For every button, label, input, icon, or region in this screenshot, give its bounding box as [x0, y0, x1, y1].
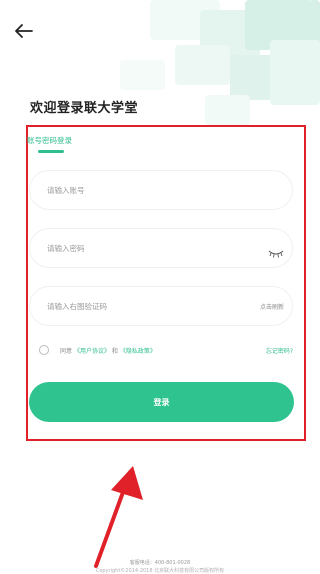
arrow-left-icon [15, 24, 33, 38]
status-bar-right: 2 [308, 0, 314, 5]
agreement-text: 同意 《用户协议》 和 《隐私政策》 [60, 346, 156, 355]
footer-hotline: 客服电话：400-801-0028 [129, 560, 191, 566]
privacy-policy-link[interactable]: 《隐私政策》 [120, 348, 156, 355]
tab-account-password-login[interactable]: 账号密码登录 [27, 135, 72, 146]
agreement-prefix: 同意 [60, 348, 73, 355]
agreement-and: 和 [111, 348, 118, 355]
footer-copyright: Copyright©2014-2018 北京联大科技有限公司版权所有 [95, 568, 225, 574]
arrow-annotation [94, 466, 143, 568]
captcha-refresh-button[interactable]: 点击刷新 [260, 302, 284, 311]
back-button[interactable] [12, 20, 36, 42]
forgot-password-link[interactable]: 忘记密码? [266, 346, 293, 355]
captcha-input[interactable] [47, 287, 247, 325]
page-title: 欢迎登录联大学堂 [30, 101, 139, 116]
tab-active-indicator [38, 150, 64, 153]
background-decoration [0, 0, 320, 140]
account-input[interactable] [47, 171, 247, 209]
eye-closed-icon[interactable] [268, 243, 284, 258]
login-button[interactable]: 登录 [29, 382, 294, 422]
captcha-field[interactable]: 点击刷新 [29, 286, 293, 326]
password-field[interactable] [29, 228, 293, 268]
password-input[interactable] [47, 229, 247, 267]
user-agreement-link[interactable]: 《用户协议》 [74, 348, 110, 355]
account-field[interactable] [29, 170, 293, 210]
agreement-checkbox[interactable] [39, 345, 49, 355]
